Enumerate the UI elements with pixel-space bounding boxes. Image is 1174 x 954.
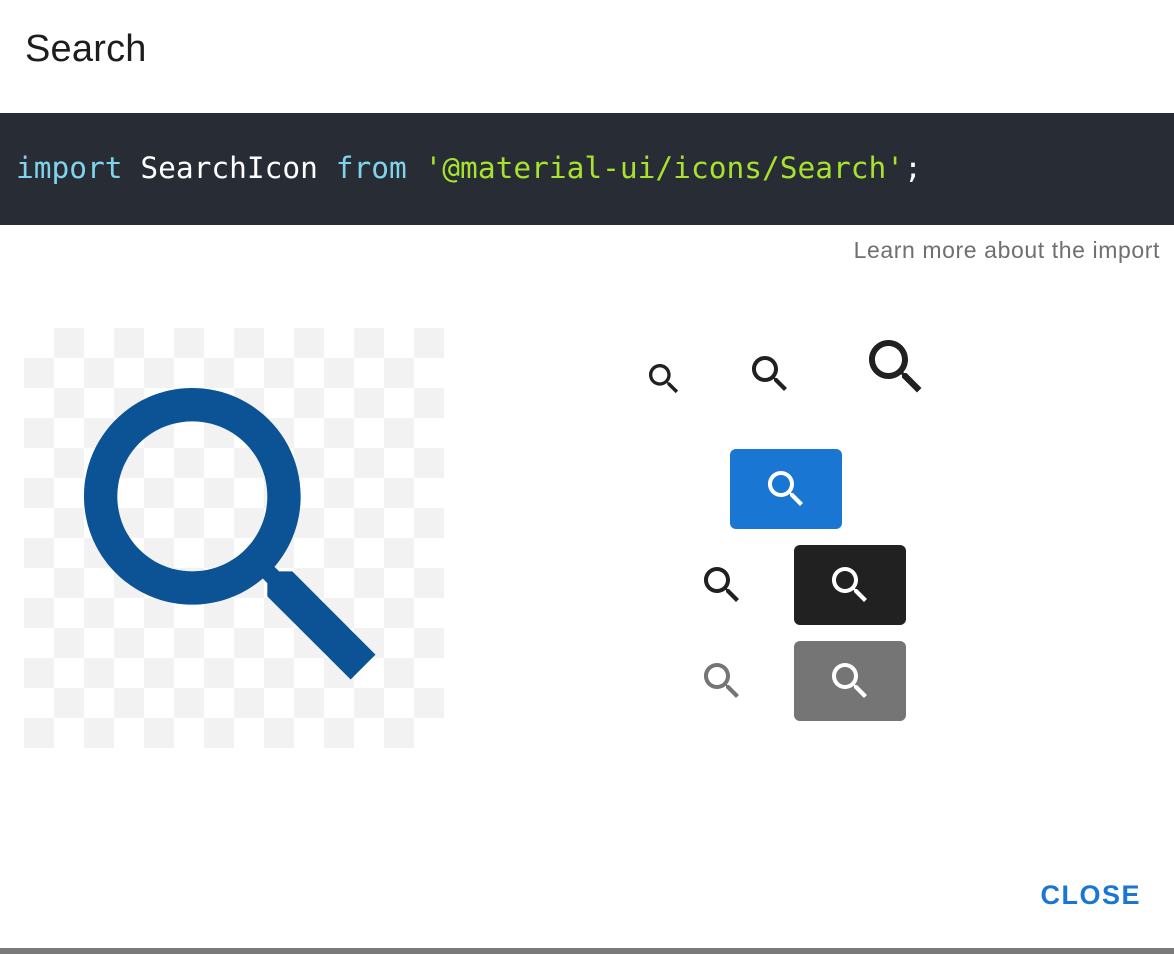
code-keyword-import: import xyxy=(16,151,123,185)
search-icon-disabled xyxy=(704,663,739,698)
search-icon-large xyxy=(869,340,922,393)
import-code[interactable]: import SearchIcon from '@material-ui/ico… xyxy=(16,151,922,185)
code-string: '@material-ui/icons/Search' xyxy=(424,151,905,185)
search-icon-preview xyxy=(84,388,376,680)
backdrop-edge xyxy=(0,948,1174,954)
code-identifier: SearchIcon xyxy=(122,151,336,185)
search-icon-medium xyxy=(752,356,787,391)
search-icon-dark-button[interactable] xyxy=(794,545,906,625)
close-button[interactable]: CLOSE xyxy=(1040,880,1141,911)
dialog-title: Search xyxy=(25,28,147,70)
search-icon xyxy=(832,663,867,698)
search-icon-dark xyxy=(704,567,739,602)
icon-dialog: Search import SearchIcon from '@material… xyxy=(0,0,1174,948)
search-icon-primary-button[interactable] xyxy=(730,449,842,529)
search-icon xyxy=(832,567,867,602)
search-icon xyxy=(768,471,803,506)
learn-more-link[interactable]: Learn more about the import xyxy=(854,237,1160,264)
code-terminator: ; xyxy=(904,151,922,185)
search-icon-small xyxy=(649,364,679,394)
code-keyword-from: from xyxy=(335,151,407,185)
search-icon-disabled-button[interactable] xyxy=(794,641,906,721)
